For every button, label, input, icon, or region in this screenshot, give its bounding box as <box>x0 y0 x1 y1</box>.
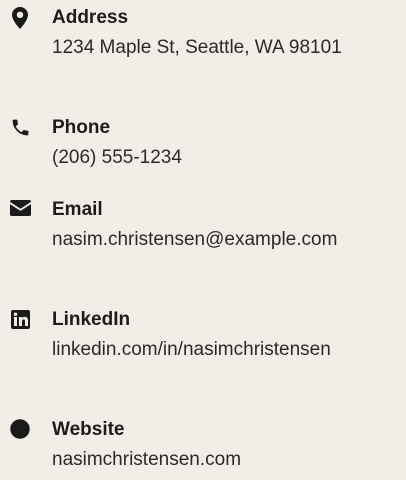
phone-value: (206) 555-1234 <box>52 147 182 168</box>
envelope-icon <box>9 200 31 222</box>
email-label: Email <box>52 199 103 220</box>
linkedin-icon <box>9 310 31 332</box>
globe-icon <box>9 419 31 441</box>
phone-label: Phone <box>52 117 111 138</box>
map-pin-icon <box>9 7 31 29</box>
website-label: Website <box>52 419 125 440</box>
email-value: nasim.christensen@example.com <box>52 229 338 250</box>
address-label: Address <box>52 7 129 28</box>
contact-list: Address 1234 Maple St, Seattle, WA 98101… <box>0 0 406 480</box>
phone-icon <box>9 117 31 139</box>
website-value: nasimchristensen.com <box>52 449 242 470</box>
linkedin-label: LinkedIn <box>52 309 131 330</box>
address-value: 1234 Maple St, Seattle, WA 98101 <box>52 37 342 58</box>
linkedin-value: linkedin.com/in/nasimchristensen <box>52 339 331 360</box>
